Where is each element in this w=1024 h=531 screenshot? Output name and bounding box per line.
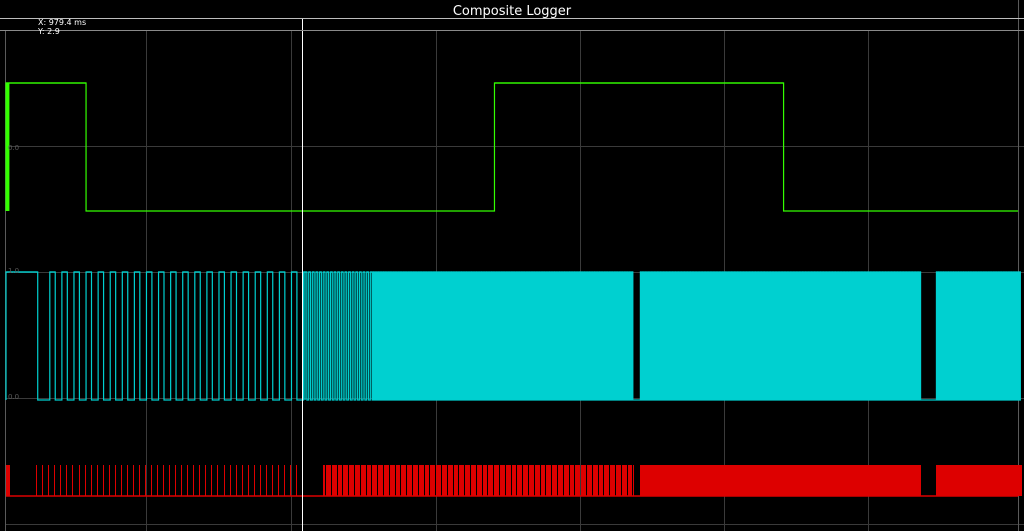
chart-title: Composite Logger <box>453 4 572 19</box>
plot-background <box>0 0 1024 531</box>
series-crank-trace <box>5 271 1021 401</box>
composite-logger-chart[interactable]: 0.0 1.0 0.0 Composite Logger X: 979.4 ms Y… <box>0 0 1024 531</box>
cursor-y-readout: Y: 2.9 <box>37 27 60 36</box>
y-tick-label-2: 0.0 <box>8 393 19 401</box>
series-crank <box>5 271 1021 401</box>
cursor-x-readout: X: 979.4 ms <box>38 18 86 27</box>
composite-logger-window: 0.0 1.0 0.0 Composite Logger X: 979.4 ms Y… <box>0 0 1024 531</box>
y-tick-label-0: 0.0 <box>8 144 19 152</box>
y-tick-label-1: 1.0 <box>8 267 19 275</box>
